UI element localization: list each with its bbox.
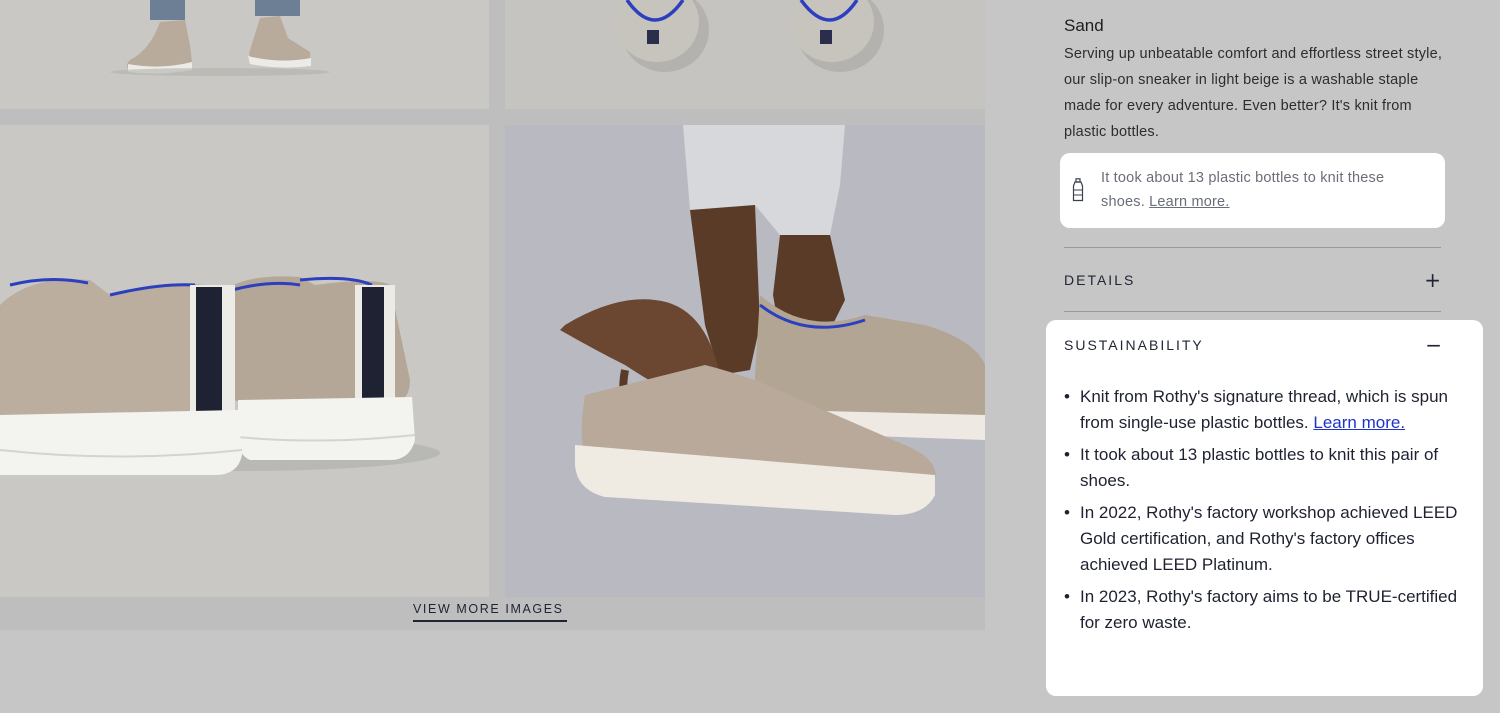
view-more-images-link[interactable]: VIEW MORE IMAGES (413, 602, 567, 622)
callout-body: It took about 13 plastic bottles to knit… (1101, 170, 1385, 210)
sustainability-learn-more-link[interactable]: Learn more. (1313, 413, 1405, 432)
bullet-text: In 2023, Rothy's factory aims to be TRUE… (1080, 587, 1458, 632)
list-item: Knit from Rothy's signature thread, whic… (1064, 384, 1464, 436)
bullet-text: It took about 13 plastic bottles to knit… (1080, 445, 1439, 490)
color-name: Sand (1064, 16, 1104, 35)
top-view-photo (615, 0, 884, 72)
divider (1064, 311, 1441, 312)
product-image-model-feet[interactable] (0, 0, 489, 109)
bullet-text: In 2022, Rothy's factory workshop achiev… (1080, 503, 1458, 574)
lifestyle-photo (505, 125, 985, 597)
callout-text: It took about 13 plastic bottles to knit… (1101, 166, 1431, 214)
list-item: In 2022, Rothy's factory workshop achiev… (1064, 500, 1464, 578)
minus-icon: − (1425, 333, 1442, 357)
sustainability-accordion-toggle[interactable]: SUSTAINABILITY − (1064, 330, 1442, 360)
sustainability-list: Knit from Rothy's signature thread, whic… (1064, 384, 1464, 642)
bottle-icon (1072, 178, 1084, 202)
sustainability-title: SUSTAINABILITY (1064, 337, 1204, 353)
list-item: In 2023, Rothy's factory aims to be TRUE… (1064, 584, 1464, 636)
details-title: DETAILS (1064, 272, 1136, 288)
product-image-gallery: VIEW MORE IMAGES (0, 0, 985, 630)
plus-icon: + (1424, 268, 1441, 292)
list-item: It took about 13 plastic bottles to knit… (1064, 442, 1464, 494)
model-feet-photo (110, 0, 330, 76)
product-description: Serving up unbeatable comfort and effort… (1064, 46, 1443, 140)
product-image-lifestyle[interactable] (505, 125, 985, 597)
details-accordion-toggle[interactable]: DETAILS + (1064, 265, 1441, 295)
product-image-heel-view[interactable] (0, 125, 489, 597)
product-image-top-view[interactable] (505, 0, 985, 109)
callout-learn-more-link[interactable]: Learn more. (1149, 194, 1229, 210)
heel-view-photo (0, 276, 440, 475)
sustainability-panel: SUSTAINABILITY − Knit from Rothy's signa… (1046, 320, 1483, 696)
divider (1064, 247, 1441, 248)
plastic-bottles-callout: It took about 13 plastic bottles to knit… (1060, 153, 1445, 228)
